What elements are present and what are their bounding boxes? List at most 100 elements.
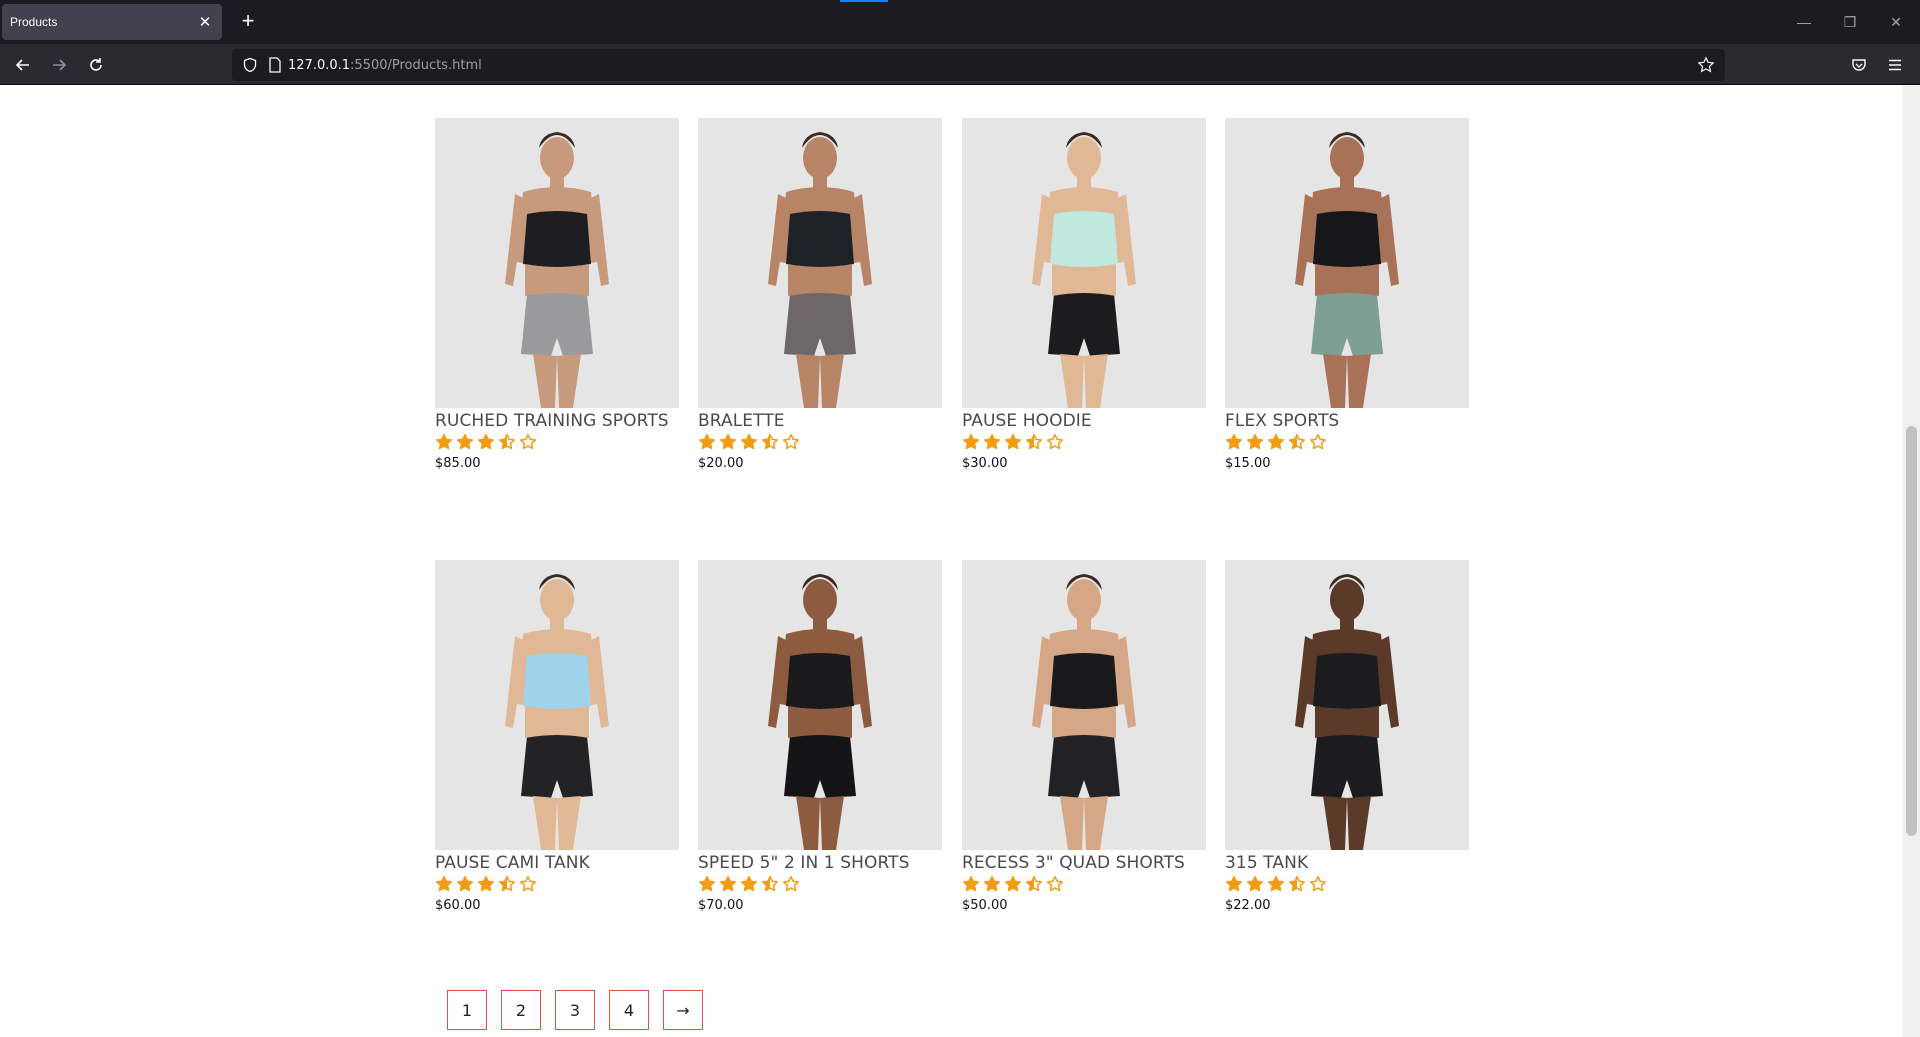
star-filled-icon (1267, 433, 1285, 451)
star-filled-icon (719, 875, 737, 893)
pagination-next-button[interactable]: → (663, 990, 703, 1030)
product-price: $60.00 (435, 898, 481, 913)
shield-icon[interactable] (242, 57, 258, 73)
star-half-icon (1025, 875, 1043, 893)
product-image[interactable] (962, 118, 1206, 408)
product-name[interactable]: FLEX SPORTS (1225, 411, 1469, 431)
scrollbar-thumb[interactable] (1906, 426, 1917, 836)
star-filled-icon (740, 433, 758, 451)
product-name[interactable]: SPEED 5" 2 IN 1 SHORTS (698, 853, 942, 873)
star-empty-icon (1309, 433, 1327, 451)
url-text[interactable]: 127.0.0.1:5500/Products.html (288, 58, 482, 73)
product-name[interactable]: RECESS 3" QUAD SHORTS (962, 853, 1206, 873)
address-bar[interactable]: 127.0.0.1:5500/Products.html (232, 49, 1725, 81)
star-filled-icon (1225, 875, 1243, 893)
product-price: $22.00 (1225, 898, 1271, 913)
pagination: 1 2 3 4 → (447, 990, 703, 1030)
product-image[interactable] (1225, 560, 1469, 850)
product-card[interactable]: RUCHED TRAINING SPORTS $85.00 (435, 118, 679, 471)
star-empty-icon (519, 433, 537, 451)
product-card[interactable]: SPEED 5" 2 IN 1 SHORTS $70.00 (698, 560, 942, 913)
pagination-page-1[interactable]: 1 (447, 990, 487, 1030)
page-content: RUCHED TRAINING SPORTS $85.00 BRALETTE $20… (0, 86, 1903, 1037)
product-card[interactable]: PAUSE CAMI TANK $60.00 (435, 560, 679, 913)
star-empty-icon (1309, 875, 1327, 893)
new-tab-icon[interactable]: + (234, 8, 262, 36)
tab-close-icon[interactable]: ✕ (196, 13, 214, 31)
product-price: $70.00 (698, 898, 744, 913)
star-filled-icon (435, 433, 453, 451)
star-filled-icon (983, 433, 1001, 451)
product-price: $30.00 (962, 456, 1008, 471)
restore-icon[interactable]: ❐ (1830, 8, 1870, 36)
product-card[interactable]: PAUSE HOODIE $30.00 (962, 118, 1206, 471)
star-filled-icon (456, 433, 474, 451)
star-half-icon (1025, 433, 1043, 451)
pocket-icon[interactable] (1845, 51, 1873, 79)
product-name[interactable]: BRALETTE (698, 411, 942, 431)
product-rating (435, 432, 679, 452)
product-card[interactable]: 315 TANK $22.00 (1225, 560, 1469, 913)
window-close-icon[interactable]: ✕ (1876, 8, 1916, 36)
tab-bar: Products ✕ + — ❐ ✕ (0, 0, 1920, 44)
star-half-icon (761, 433, 779, 451)
star-empty-icon (1046, 433, 1064, 451)
star-filled-icon (435, 875, 453, 893)
star-half-icon (1288, 433, 1306, 451)
pagination-page-4[interactable]: 4 (609, 990, 649, 1030)
product-name[interactable]: RUCHED TRAINING SPORTS (435, 411, 679, 431)
star-filled-icon (477, 875, 495, 893)
product-image[interactable] (1225, 118, 1469, 408)
product-name[interactable]: PAUSE HOODIE (962, 411, 1206, 431)
product-image[interactable] (435, 118, 679, 408)
star-filled-icon (962, 875, 980, 893)
browser-tab-products[interactable]: Products ✕ (2, 4, 222, 40)
star-filled-icon (1246, 433, 1264, 451)
star-half-icon (498, 875, 516, 893)
product-image[interactable] (698, 560, 942, 850)
product-rating (962, 432, 1206, 452)
product-name[interactable]: 315 TANK (1225, 853, 1469, 873)
product-rating (962, 874, 1206, 894)
product-image[interactable] (962, 560, 1206, 850)
star-empty-icon (1046, 875, 1064, 893)
pagination-page-2[interactable]: 2 (501, 990, 541, 1030)
star-half-icon (1288, 875, 1306, 893)
star-empty-icon (519, 875, 537, 893)
menu-icon[interactable] (1881, 51, 1909, 79)
product-image[interactable] (698, 118, 942, 408)
url-host: 127.0.0.1 (288, 57, 351, 73)
product-card[interactable]: FLEX SPORTS $15.00 (1225, 118, 1469, 471)
back-icon[interactable] (9, 51, 37, 79)
star-filled-icon (1225, 433, 1243, 451)
forward-icon[interactable] (45, 51, 73, 79)
star-filled-icon (456, 875, 474, 893)
product-rating (1225, 874, 1469, 894)
product-price: $50.00 (962, 898, 1008, 913)
tab-strip-accent (840, 0, 888, 2)
product-rating (698, 874, 942, 894)
star-empty-icon (782, 433, 800, 451)
scrollbar[interactable] (1903, 86, 1920, 1037)
product-price: $85.00 (435, 456, 481, 471)
product-card[interactable]: BRALETTE $20.00 (698, 118, 942, 471)
star-filled-icon (698, 875, 716, 893)
reload-icon[interactable] (82, 51, 110, 79)
pagination-page-3[interactable]: 3 (555, 990, 595, 1030)
product-price: $15.00 (1225, 456, 1271, 471)
tab-title: Products (10, 15, 58, 29)
product-name[interactable]: PAUSE CAMI TANK (435, 853, 679, 873)
bookmark-star-icon[interactable] (1697, 56, 1715, 74)
product-rating (1225, 432, 1469, 452)
product-price: $20.00 (698, 456, 744, 471)
star-filled-icon (962, 433, 980, 451)
star-filled-icon (1246, 875, 1264, 893)
page-icon[interactable] (268, 57, 282, 73)
product-card[interactable]: RECESS 3" QUAD SHORTS $50.00 (962, 560, 1206, 913)
url-path: :5500/Products.html (350, 57, 482, 73)
star-half-icon (498, 433, 516, 451)
star-half-icon (761, 875, 779, 893)
star-empty-icon (782, 875, 800, 893)
product-image[interactable] (435, 560, 679, 850)
minimize-icon[interactable]: — (1784, 8, 1824, 36)
